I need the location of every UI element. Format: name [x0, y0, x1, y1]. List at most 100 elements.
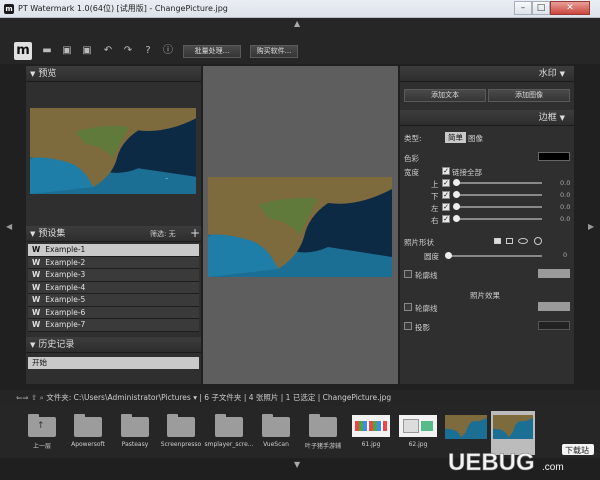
preset-item[interactable]: W Example-6: [28, 306, 199, 319]
shadow-checkbox[interactable]: [404, 322, 412, 330]
save-icon[interactable]: ▣: [60, 44, 74, 58]
slider-knob[interactable]: [453, 191, 460, 198]
type-simple-button[interactable]: 简单: [445, 132, 466, 143]
outline-color-swatch[interactable]: [538, 269, 570, 278]
side-left-checkbox[interactable]: ✓: [442, 203, 450, 211]
shape-filled-rect-icon[interactable]: [494, 238, 501, 244]
preset-filter-dropdown[interactable]: 筛选: 无: [150, 229, 176, 239]
path-text[interactable]: 文件夹: C:\Users\Administrator\Pictures ▾ |…: [46, 393, 391, 402]
roundness-slider[interactable]: [446, 255, 542, 257]
svg-text:.com: .com: [542, 462, 564, 473]
preset-item[interactable]: W Example-5: [28, 294, 199, 307]
minimize-button[interactable]: –: [514, 1, 532, 15]
maximize-button[interactable]: □: [532, 1, 550, 15]
preset-item[interactable]: W Example-2: [28, 256, 199, 269]
collapse-down-icon[interactable]: ▼: [294, 460, 300, 469]
top-collapse-strip[interactable]: ▲: [0, 18, 600, 30]
shape-circle-icon[interactable]: [534, 237, 542, 245]
preset-item[interactable]: W Example-7: [28, 319, 199, 332]
shadow-color-swatch[interactable]: [538, 321, 570, 330]
side-top-slider[interactable]: [454, 182, 542, 184]
folder-icon: [74, 414, 102, 437]
preset-item[interactable]: W Example-1: [28, 244, 199, 257]
watermark-panel-header[interactable]: 水印 ▼: [400, 66, 574, 82]
filmstrip-item-folder[interactable]: Apowersoft: [66, 411, 110, 455]
up-arrow-icon[interactable]: ⇧: [31, 393, 37, 402]
border-color-swatch[interactable]: [538, 152, 570, 161]
link-all-checkbox[interactable]: ✓: [442, 167, 450, 175]
side-right-label: 右: [431, 216, 439, 225]
effect-outline-color-swatch[interactable]: [538, 302, 570, 311]
thumbnail-content: [355, 421, 387, 431]
filmstrip-item-image[interactable]: 62.jpg: [396, 411, 440, 455]
width-label: 宽度: [404, 168, 419, 177]
side-top-checkbox[interactable]: ✓: [442, 179, 450, 187]
side-bottom-value: 0.0: [560, 191, 571, 199]
app-icon: m: [4, 4, 14, 14]
svg-text:~: ~: [165, 176, 168, 181]
filmstrip-item-folder[interactable]: 叶子猪手游辅: [301, 411, 345, 455]
nav-arrows-icon[interactable]: ⇐⇒: [16, 393, 29, 402]
side-right-checkbox[interactable]: ✓: [442, 215, 450, 223]
shape-ellipse-icon[interactable]: [518, 238, 528, 244]
add-preset-button[interactable]: +: [190, 226, 200, 240]
filmstrip-item-image[interactable]: 61.jpg: [349, 411, 393, 455]
shape-rect-icon[interactable]: [506, 238, 513, 244]
preset-item[interactable]: W Example-4: [28, 281, 199, 294]
slider-knob[interactable]: [453, 215, 460, 222]
w-icon: W: [32, 295, 41, 304]
save-as-icon[interactable]: ▣: [80, 44, 94, 58]
filmstrip-item-folder[interactable]: Screenpresso: [159, 411, 203, 455]
add-image-button[interactable]: 添加图像: [488, 89, 570, 102]
help-icon[interactable]: ?: [141, 44, 155, 58]
slider-knob[interactable]: [445, 252, 452, 259]
preview-panel-header[interactable]: ▼ 预览: [26, 66, 201, 82]
filmstrip-item-folder[interactable]: VueScan: [254, 411, 298, 455]
preset-item-label: Example-7: [45, 320, 86, 329]
buy-software-button[interactable]: 购买软件...: [250, 45, 298, 58]
border-panel-title: 边框: [538, 113, 557, 123]
window-title: PT Watermark 1.0(64位) [试用版] - ChangePict…: [18, 4, 228, 13]
main-canvas[interactable]: [203, 66, 398, 384]
slider-knob[interactable]: [453, 179, 460, 186]
preset-item[interactable]: W Example-3: [28, 269, 199, 282]
add-text-button[interactable]: 添加文本: [404, 89, 486, 102]
collapse-triangle-icon: ▼: [559, 70, 565, 78]
redo-icon[interactable]: ↷: [121, 44, 135, 58]
close-button[interactable]: ✕: [550, 1, 590, 15]
history-panel-header[interactable]: ▼ 历史记录: [26, 337, 201, 353]
folder-icon: [309, 414, 337, 437]
side-left-value: 0.0: [560, 203, 571, 211]
side-bottom-slider[interactable]: [454, 194, 542, 196]
collapse-up-icon[interactable]: ▲: [294, 19, 300, 28]
batch-process-button[interactable]: 批量处理...: [183, 45, 241, 58]
history-item[interactable]: 开始: [28, 357, 199, 369]
svg-text:UEBUG: UEBUG: [448, 449, 535, 476]
type-image-button[interactable]: 图像: [468, 133, 483, 144]
side-left-label: 左: [431, 204, 439, 213]
filmstrip-item-up[interactable]: ↑ 上一层: [20, 411, 64, 455]
outline-checkbox[interactable]: [404, 270, 412, 278]
folder-icon[interactable]: ▬: [40, 44, 54, 58]
side-bottom-checkbox[interactable]: ✓: [442, 191, 450, 199]
link-all-label: 链接全部: [452, 168, 482, 177]
folder-icon: [215, 414, 243, 437]
preset-list: W Example-1 W Example-2 W Example-3 W Exampl…: [28, 244, 199, 399]
border-panel-header[interactable]: 边框 ▼: [400, 110, 574, 126]
photo-shape-label: 照片形状: [404, 238, 434, 247]
filmstrip-item-folder[interactable]: Pasteasy: [113, 411, 157, 455]
right-collapse-icon[interactable]: ▶: [588, 222, 594, 231]
side-left-slider[interactable]: [454, 206, 542, 208]
side-right-slider[interactable]: [454, 218, 542, 220]
filmstrip-item-folder[interactable]: smplayer_scre...: [204, 411, 254, 455]
toolbar: m ▬ ▣ ▣ ↶ ↷ ? ⓘ 批量处理... 购买软件...: [0, 30, 600, 64]
slider-knob[interactable]: [453, 203, 460, 210]
search-icon[interactable]: ⌕: [40, 393, 44, 402]
left-collapse-icon[interactable]: ◀: [6, 222, 12, 231]
undo-icon[interactable]: ↶: [101, 44, 115, 58]
shadow-label: 投影: [415, 323, 430, 332]
filmstrip-label: smplayer_scre...: [204, 441, 254, 448]
effect-outline-checkbox[interactable]: [404, 303, 412, 311]
border-type-label: 类型:: [404, 134, 422, 143]
info-icon[interactable]: ⓘ: [161, 44, 175, 58]
